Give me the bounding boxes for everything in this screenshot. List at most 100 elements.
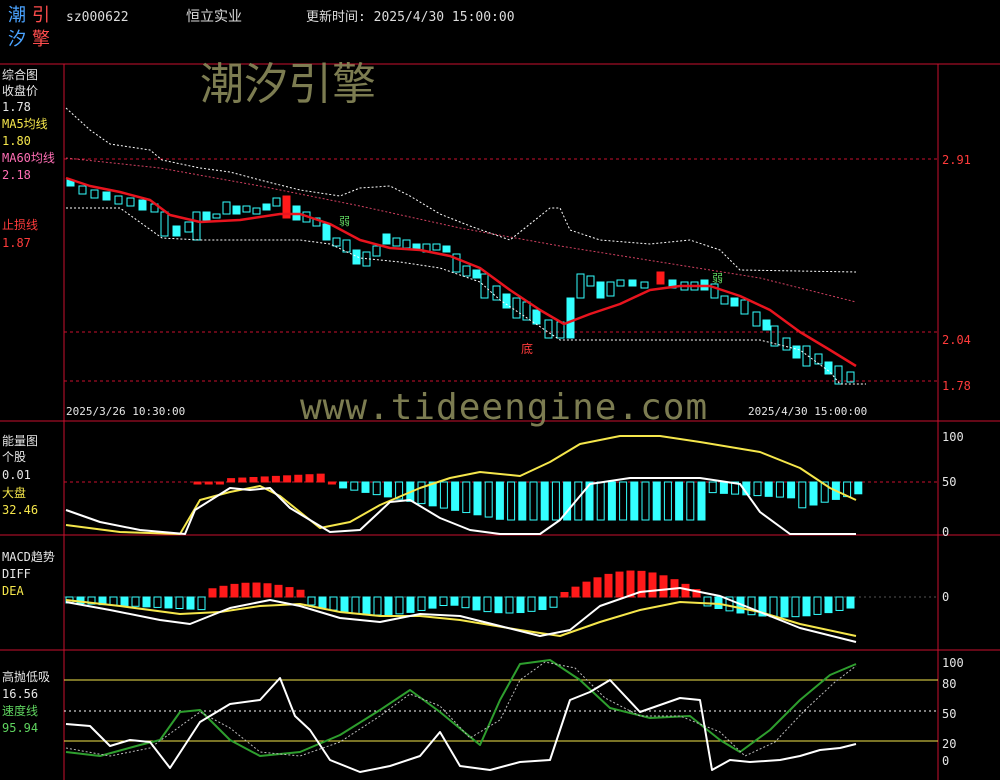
macd-bar-49: [604, 573, 613, 598]
macd-bar-24: [329, 596, 338, 611]
stock-name: 恒立实业: [186, 9, 242, 25]
candle-49: [576, 273, 585, 299]
candle-13: [212, 213, 221, 219]
osc-axis-80: 80: [942, 677, 957, 691]
logo-char-2: 引: [32, 5, 50, 26]
macd-bar-29: [384, 596, 393, 616]
macd-bar-13: [208, 588, 217, 598]
macd-bar-35: [450, 596, 459, 606]
energy-bar-53: [787, 481, 796, 499]
osc-axis-20: 20: [942, 737, 957, 751]
energy-bar-42: [663, 481, 672, 521]
candle-68: [782, 337, 791, 351]
candle-10: [184, 221, 193, 233]
macd-bar-45: [560, 592, 569, 598]
energy-market-value: 32.46: [2, 503, 39, 517]
update-time: 更新时间: 2025/4/30 15:00:00: [306, 10, 515, 25]
macd-bar-39: [494, 596, 503, 614]
energy-market-label: 大盘: [2, 486, 27, 500]
energy-bar-22: [439, 481, 448, 509]
candle-8: [160, 211, 169, 237]
candle-32: [402, 239, 411, 249]
energy-bar-8: [283, 475, 292, 483]
candle-39: [472, 269, 481, 279]
macd-bar-31: [406, 596, 415, 613]
energy-bar-10: [305, 474, 314, 483]
end-time: 2025/4/30 15:00:00: [748, 405, 868, 418]
macd-bar-10: [175, 596, 184, 609]
bottom-marker: 底: [521, 342, 534, 356]
candle-41: [492, 285, 501, 301]
macd-bar-30: [395, 596, 404, 615]
candle-30: [382, 233, 391, 245]
candle-36: [442, 245, 451, 253]
candle-9: [172, 225, 181, 237]
candle-38: [462, 265, 471, 277]
energy-bar-0: [193, 481, 202, 485]
candle-16: [242, 205, 251, 213]
energy-bar-14: [350, 481, 359, 491]
macd-bar-19: [274, 584, 283, 598]
macd-bar-17: [252, 582, 261, 598]
energy-bar-32: [551, 481, 560, 521]
macd-bar-42: [527, 596, 536, 612]
macd-bar-16: [241, 582, 250, 598]
energy-bar-12: [327, 481, 336, 485]
energy-bar-36: [596, 481, 605, 521]
candle-62: [720, 295, 729, 305]
close-value: 1.78: [2, 100, 31, 114]
macd-bar-5: [120, 596, 129, 607]
close-label: 收盘价: [2, 84, 39, 98]
candle-12: [202, 211, 211, 221]
start-time: 2025/3/26 10:30:00: [66, 405, 186, 418]
energy-bar-43: [675, 481, 684, 521]
candle-54: [628, 279, 637, 287]
energy-bar-41: [652, 481, 661, 521]
energy-bar-13: [339, 481, 348, 489]
energy-bar-26: [484, 481, 493, 518]
energy-bar-45: [697, 481, 706, 521]
macd-bar-8: [153, 596, 162, 608]
stop-label: 止损线: [2, 218, 39, 232]
ma5-line: [65, 176, 857, 368]
ma60-value: 2.18: [2, 168, 31, 182]
macd-bar-9: [164, 596, 173, 609]
energy-bar-25: [473, 481, 482, 516]
energy-bar-52: [775, 481, 784, 498]
macd-bar-36: [461, 596, 470, 609]
energy-bar-3: [227, 478, 236, 483]
logo-char-1: 潮: [8, 5, 26, 26]
macd-bar-11: [186, 596, 195, 610]
macd-bar-70: [835, 596, 844, 611]
energy-bar-28: [507, 481, 516, 521]
energy-axis-100: 100: [942, 430, 964, 444]
energy-bar-46: [708, 481, 717, 494]
osc-speed-value: 95.94: [2, 721, 39, 735]
macd-bar-67: [802, 596, 811, 617]
candle-69: [792, 345, 801, 359]
energy-bar-59: [854, 481, 863, 495]
candle-72: [824, 361, 833, 375]
macd-bar-6: [131, 596, 140, 607]
logo-char-3: 汐: [8, 29, 26, 50]
macd-bar-37: [472, 596, 481, 611]
osc-value: 16.56: [2, 687, 39, 701]
site-watermark: www.tideengine.com: [300, 387, 709, 428]
macd-bar-66: [791, 596, 800, 618]
candle-51: [596, 281, 605, 299]
energy-bar-31: [540, 481, 549, 521]
macd-bar-23: [318, 596, 327, 609]
candle-15: [232, 205, 241, 215]
energy-bar-5: [249, 477, 258, 483]
macd-bar-71: [846, 596, 855, 609]
candle-50: [586, 275, 595, 287]
energy-bar-17: [383, 481, 392, 498]
energy-stock-label: 个股: [2, 450, 27, 464]
macd-bar-7: [142, 596, 151, 608]
energy-bar-50: [753, 481, 762, 497]
candle-43: [512, 297, 521, 319]
macd-bar-54: [659, 575, 668, 598]
energy-bar-4: [238, 477, 247, 483]
energy-bar-27: [495, 481, 504, 520]
candle-56: [656, 271, 665, 285]
